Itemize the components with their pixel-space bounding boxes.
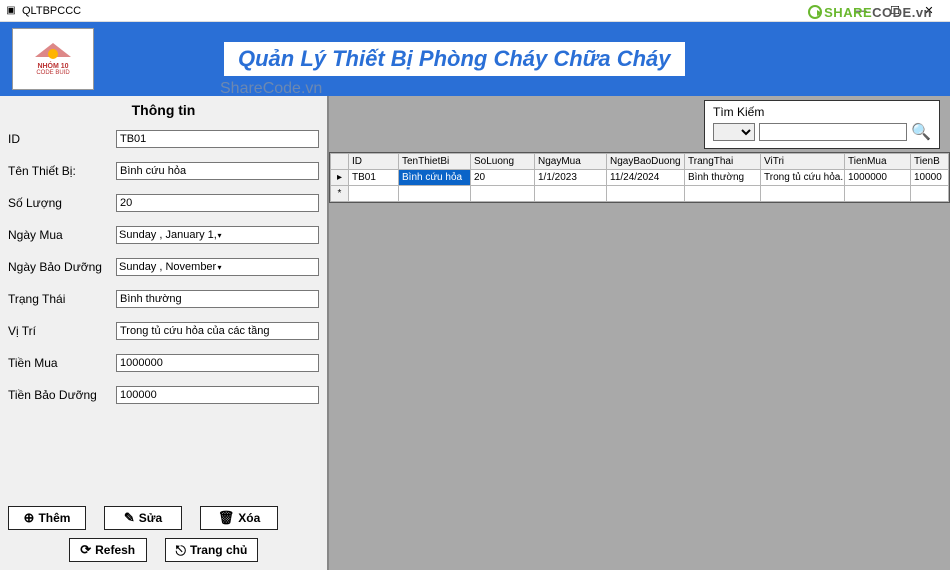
delete-label: Xóa: [238, 511, 260, 525]
label-tt: Trạng Thái: [8, 292, 116, 306]
delete-button[interactable]: 🗑 Xóa: [200, 506, 278, 530]
search-title: Tìm Kiếm: [713, 105, 931, 119]
plus-circle-icon: ⊕: [24, 510, 35, 526]
search-input[interactable]: [759, 123, 907, 141]
add-label: Thêm: [38, 511, 70, 525]
window-title: QLTBPCCC: [22, 5, 844, 17]
cell-tt[interactable]: Bình thường: [685, 170, 761, 186]
pencil-icon: ✎: [124, 510, 135, 526]
col-id[interactable]: ID: [349, 154, 399, 170]
label-ten: Tên Thiết Bị:: [8, 164, 116, 178]
label-sl: Số Lượng: [8, 196, 116, 210]
col-tt[interactable]: TrangThai: [685, 154, 761, 170]
input-trangthai[interactable]: [116, 290, 319, 308]
cell-nbd[interactable]: 11/24/2024: [607, 170, 685, 186]
col-nm[interactable]: NgayMua: [535, 154, 607, 170]
cell-id[interactable]: TB01: [349, 170, 399, 186]
app-logo: NHÓM 10 CODE BUID: [12, 28, 94, 90]
input-ten[interactable]: [116, 162, 319, 180]
label-tm: Tiền Mua: [8, 356, 116, 370]
cell-nm[interactable]: 1/1/2023: [535, 170, 607, 186]
datepicker-ngaymua[interactable]: Sunday , January 1, 2 ▾: [116, 226, 319, 244]
logo-text-2: CODE BUID: [36, 70, 69, 76]
titlebar: ▣ QLTBPCCC — ☐ ✕: [0, 0, 950, 22]
header-title-box: Quản Lý Thiết Bị Phòng Cháy Chữa Cháy: [224, 42, 685, 76]
cell-vt[interactable]: Trong tủ cứu hỏa...: [761, 170, 845, 186]
label-nbd: Ngày Bảo Dưỡng: [8, 260, 116, 274]
col-sl[interactable]: SoLuong: [471, 154, 535, 170]
panel-title: Thông tin: [8, 100, 319, 124]
grid-header-row: ID TenThietBi SoLuong NgayMua NgayBaoDuo…: [331, 154, 949, 170]
input-vitri[interactable]: [116, 322, 319, 340]
col-nbd[interactable]: NgayBaoDuong: [607, 154, 685, 170]
maximize-button[interactable]: ☐: [878, 0, 912, 22]
col-tm[interactable]: TienMua: [845, 154, 911, 170]
search-type-select[interactable]: [713, 123, 755, 141]
trash-icon: 🗑: [218, 510, 235, 526]
data-panel: Tìm Kiếm 🔍 ID TenThietBi SoLuong NgayMua: [329, 96, 950, 570]
exit-icon: ⎋: [176, 544, 186, 557]
cell-tbd[interactable]: 10000: [911, 170, 949, 186]
input-tienmua[interactable]: [116, 354, 319, 372]
app-title: Quản Lý Thiết Bị Phòng Cháy Chữa Cháy: [238, 46, 671, 71]
home-label: Trang chủ: [190, 544, 247, 556]
search-box: Tìm Kiếm 🔍: [704, 100, 940, 149]
refresh-button[interactable]: ⟳ Refesh: [69, 538, 147, 562]
data-grid[interactable]: ID TenThietBi SoLuong NgayMua NgayBaoDuo…: [329, 152, 950, 203]
datepicker-ngaybaoduong[interactable]: Sunday , November 24, 2 ▾: [116, 258, 319, 276]
edit-button[interactable]: ✎ Sửa: [104, 506, 182, 530]
chevron-down-icon: ▾: [216, 263, 317, 272]
refresh-label: Refesh: [95, 543, 135, 557]
label-id: ID: [8, 132, 116, 146]
datepicker-ngaymua-text: Sunday , January 1, 2: [119, 229, 216, 241]
search-icon[interactable]: 🔍: [911, 122, 931, 142]
refresh-icon: ⟳: [80, 542, 91, 558]
label-tbd: Tiền Bảo Dưỡng: [8, 388, 116, 402]
close-button[interactable]: ✕: [912, 0, 946, 22]
col-tbd[interactable]: TienB: [911, 154, 949, 170]
new-row-icon: *: [331, 186, 349, 202]
logo-text-1: NHÓM 10: [37, 63, 68, 70]
cell-ten[interactable]: Bình cứu hỏa: [399, 170, 471, 186]
cell-sl[interactable]: 20: [471, 170, 535, 186]
label-nm: Ngày Mua: [8, 228, 116, 242]
table-row-new[interactable]: *: [331, 186, 949, 202]
header-band: NHÓM 10 CODE BUID Quản Lý Thiết Bị Phòng…: [0, 22, 950, 96]
home-button[interactable]: ⎋ Trang chủ: [165, 538, 259, 562]
input-sl[interactable]: [116, 194, 319, 212]
datepicker-ngaybaoduong-text: Sunday , November 24, 2: [119, 261, 216, 273]
chevron-down-icon: ▾: [216, 231, 317, 240]
app-icon: ▣: [4, 4, 18, 18]
input-tienbaoduong[interactable]: [116, 386, 319, 404]
col-ten[interactable]: TenThietBi: [399, 154, 471, 170]
col-vt[interactable]: ViTri: [761, 154, 845, 170]
add-button[interactable]: ⊕ Thêm: [8, 506, 86, 530]
input-id[interactable]: [116, 130, 319, 148]
label-vt: Vị Trí: [8, 324, 116, 338]
table-row[interactable]: ▸ TB01 Bình cứu hỏa 20 1/1/2023 11/24/20…: [331, 170, 949, 186]
row-indicator-icon: ▸: [331, 170, 349, 186]
info-panel: Thông tin ID Tên Thiết Bị: Số Lượng Ngày…: [0, 96, 329, 570]
edit-label: Sửa: [139, 511, 162, 525]
minimize-button[interactable]: —: [844, 0, 878, 22]
cell-tm[interactable]: 1000000: [845, 170, 911, 186]
